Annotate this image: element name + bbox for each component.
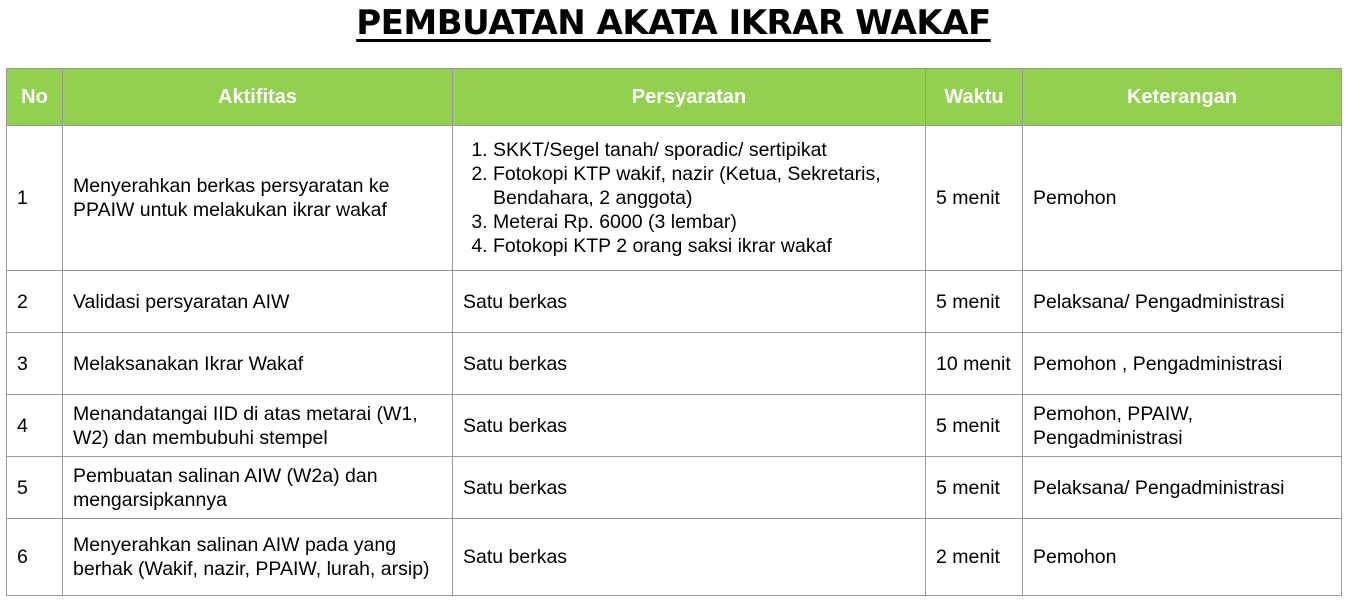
cell-waktu: 5 menit [925, 125, 1023, 271]
cell-persyaratan: Satu berkas [452, 332, 926, 395]
page-title-text: PEMBUATAN AKATA IKRAR WAKAF [356, 3, 991, 43]
table-row: 4 Menandatangai IID di atas metarai (W1,… [6, 394, 1342, 457]
cell-aktifitas: Melaksanakan Ikrar Wakaf [62, 332, 453, 395]
column-header-keterangan: Keterangan [1022, 68, 1342, 126]
cell-no: 2 [6, 270, 63, 333]
requirement-item: Meterai Rp. 6000 (3 lembar) [493, 210, 915, 234]
table-row: 1 Menyerahkan berkas persyaratan ke PPAI… [6, 125, 1342, 271]
column-header-waktu: Waktu [925, 68, 1023, 126]
table-row: 5 Pembuatan salinan AIW (W2a) dan mengar… [6, 456, 1342, 519]
cell-keterangan: Pemohon [1022, 125, 1342, 271]
cell-aktifitas: Pembuatan salinan AIW (W2a) dan mengarsi… [62, 456, 453, 519]
cell-keterangan: Pelaksana/ Pengadministrasi [1022, 456, 1342, 519]
cell-waktu: 5 menit [925, 456, 1023, 519]
requirement-item: Fotokopi KTP wakif, nazir (Ketua, Sekret… [493, 162, 915, 210]
cell-keterangan: Pemohon [1022, 518, 1342, 596]
cell-persyaratan: Satu berkas [452, 456, 926, 519]
table-row: 6 Menyerahkan salinan AIW pada yang berh… [6, 518, 1342, 596]
cell-no: 4 [6, 394, 63, 457]
cell-waktu: 10 menit [925, 332, 1023, 395]
cell-persyaratan: Satu berkas [452, 270, 926, 333]
cell-waktu: 5 menit [925, 394, 1023, 457]
cell-persyaratan: Satu berkas [452, 518, 926, 596]
table-header-row: No Aktifitas Persyaratan Waktu Keteranga… [6, 68, 1342, 126]
column-header-no: No [6, 68, 63, 126]
cell-no: 3 [6, 332, 63, 395]
cell-keterangan: Pelaksana/ Pengadministrasi [1022, 270, 1342, 333]
cell-aktifitas: Menyerahkan salinan AIW pada yang berhak… [62, 518, 453, 596]
cell-aktifitas: Menyerahkan berkas persyaratan ke PPAIW … [62, 125, 453, 271]
requirement-item: SKKT/Segel tanah/ sporadic/ sertipikat [493, 138, 915, 162]
requirement-item: Fotokopi KTP 2 orang saksi ikrar wakaf [493, 234, 915, 258]
column-header-aktifitas: Aktifitas [62, 68, 453, 126]
table-row: 2 Validasi persyaratan AIW Satu berkas 5… [6, 270, 1342, 333]
procedure-table: No Aktifitas Persyaratan Waktu Keteranga… [6, 68, 1342, 596]
cell-no: 1 [6, 125, 63, 271]
cell-aktifitas: Menandatangai IID di atas metarai (W1, W… [62, 394, 453, 457]
cell-aktifitas: Validasi persyaratan AIW [62, 270, 453, 333]
cell-waktu: 5 menit [925, 270, 1023, 333]
cell-keterangan: Pemohon , Pengadministrasi [1022, 332, 1342, 395]
cell-keterangan: Pemohon, PPAIW, Pengadministrasi [1022, 394, 1342, 457]
page-title: PEMBUATAN AKATA IKRAR WAKAF [0, 0, 1347, 46]
table-row: 3 Melaksanakan Ikrar Wakaf Satu berkas 1… [6, 332, 1342, 395]
cell-no: 5 [6, 456, 63, 519]
cell-persyaratan: Satu berkas [452, 394, 926, 457]
column-header-persyaratan: Persyaratan [452, 68, 926, 126]
cell-persyaratan: SKKT/Segel tanah/ sporadic/ sertipikat F… [452, 125, 926, 271]
cell-waktu: 2 menit [925, 518, 1023, 596]
cell-no: 6 [6, 518, 63, 596]
requirements-list: SKKT/Segel tanah/ sporadic/ sertipikat F… [463, 138, 915, 258]
